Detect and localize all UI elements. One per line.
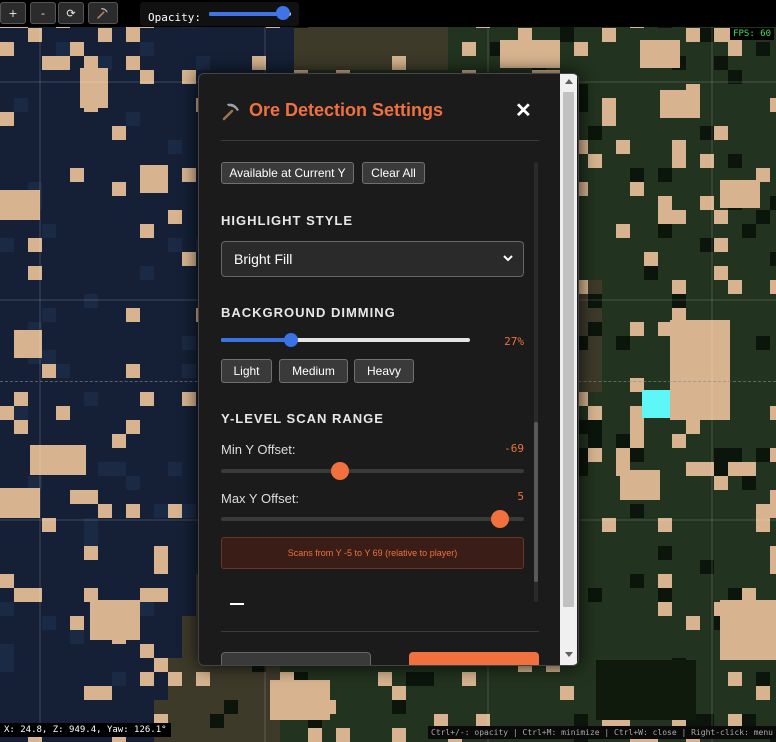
refresh-button[interactable]: ⟳ (58, 2, 84, 24)
max-y-offset-slider[interactable] (221, 510, 524, 528)
scan-range-info: Scans from Y -5 to Y 69 (relative to pla… (221, 537, 524, 569)
ore-detection-settings-dialog: Ore Detection Settings ✕ Available at Cu… (198, 73, 579, 666)
y-level-scan-range-heading: Y-LEVEL SCAN RANGE (221, 411, 384, 426)
zoom-out-button[interactable]: - (30, 2, 56, 24)
max-y-offset-value: 5 (517, 490, 524, 503)
keyboard-hints: Ctrl+/-: opacity | Ctrl+M: minimize | Ct… (428, 726, 776, 739)
highlight-style-heading: HIGHLIGHT STYLE (221, 213, 353, 228)
dialog-title: Ore Detection Settings (249, 100, 444, 120)
medium-preset-button[interactable]: Medium (279, 359, 348, 383)
footer-divider (221, 631, 539, 632)
header-divider (221, 140, 539, 141)
fps-counter: FPS: 60 (730, 28, 774, 40)
min-y-offset-slider[interactable] (221, 462, 524, 480)
cancel-button[interactable] (221, 652, 371, 665)
dialog-scrollbar[interactable] (560, 74, 577, 665)
dimming-value: 27% (504, 335, 524, 348)
minimize-dash[interactable] (230, 603, 244, 605)
background-dimming-heading: BACKGROUND DIMMING (221, 305, 396, 320)
max-y-offset-label: Max Y Offset: (221, 491, 300, 506)
pickaxe-icon (222, 103, 239, 120)
zoom-in-button[interactable]: + (0, 2, 26, 24)
opacity-label: Opacity: (148, 10, 201, 24)
opacity-slider[interactable] (208, 6, 291, 20)
player-coordinates: X: 24.8, Z: 949.4, Yaw: 126.1° (0, 723, 171, 737)
pickaxe-icon (97, 8, 108, 19)
ore-settings-button[interactable] (88, 2, 118, 24)
content-scrollbar[interactable] (534, 162, 538, 602)
top-toolbar: + - ⟳ Opacity: (0, 0, 776, 27)
light-preset-button[interactable]: Light (221, 359, 272, 383)
min-y-offset-value: -69 (504, 442, 524, 455)
highlight-style-select[interactable]: Bright Fill (221, 241, 524, 277)
chevron-down-icon (503, 255, 513, 262)
dialog-header: Ore Detection Settings (221, 100, 443, 121)
highlight-style-value: Bright Fill (234, 251, 293, 267)
heavy-preset-button[interactable]: Heavy (354, 359, 414, 383)
available-at-current-y-button[interactable]: Available at Current Y (221, 162, 354, 184)
close-button[interactable]: ✕ (515, 98, 532, 123)
clear-all-button[interactable]: Clear All (362, 162, 425, 184)
opacity-control: Opacity: (140, 2, 299, 26)
dimming-slider[interactable] (221, 332, 470, 348)
min-y-offset-label: Min Y Offset: (221, 442, 296, 457)
apply-button[interactable] (409, 652, 539, 665)
